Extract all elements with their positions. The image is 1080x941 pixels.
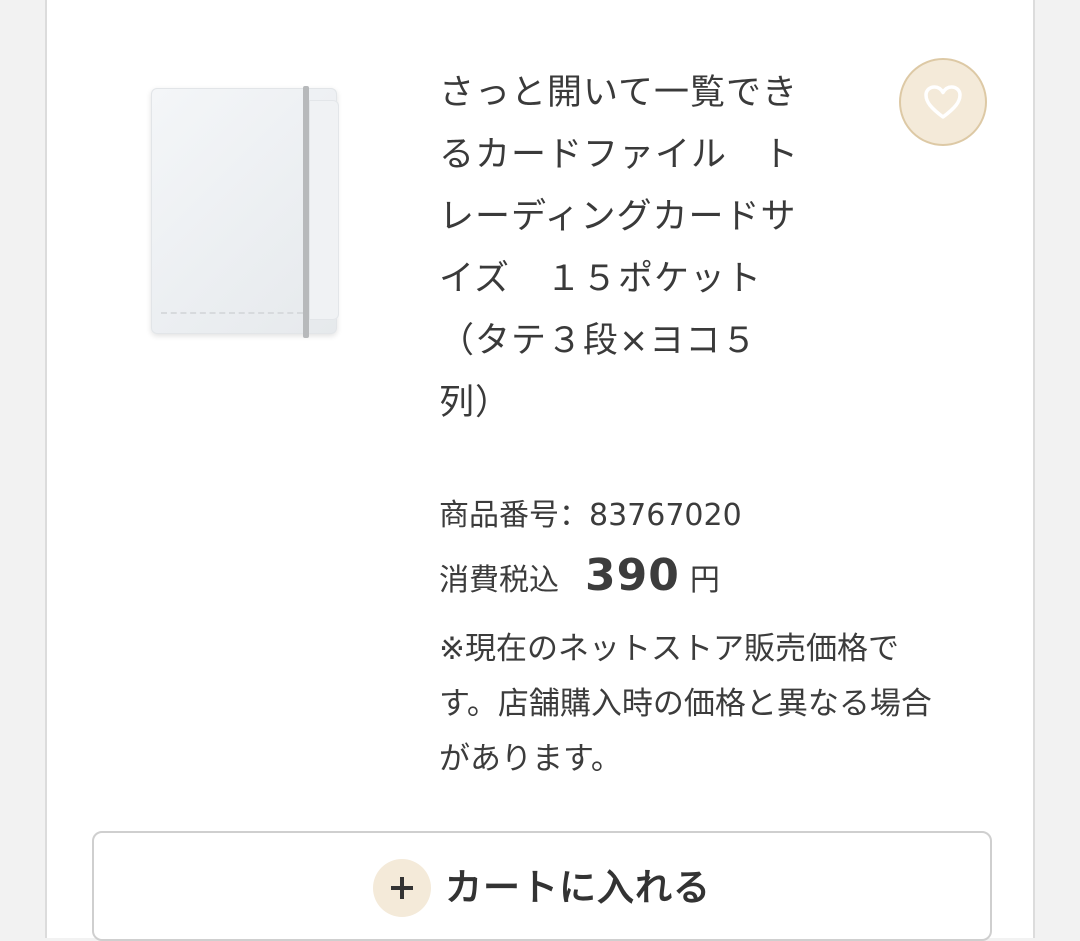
- price-note-line: ※現在のネットストア販売価格で: [439, 631, 899, 667]
- product-image[interactable]: [147, 82, 347, 344]
- card-file-flap: [309, 100, 339, 320]
- tax-label: 消費税込: [439, 563, 559, 598]
- heart-icon: [924, 85, 962, 119]
- product-title-line: 列）: [439, 383, 512, 423]
- add-to-cart-label: カートに入れる: [445, 866, 711, 909]
- product-title-line: イズ １５ポケット: [439, 259, 762, 299]
- add-to-cart-button[interactable]: カートに入れる: [92, 831, 992, 941]
- product-title-line: （タテ３段×ヨコ５: [439, 321, 758, 361]
- price-note: ※現在のネットストア販売価格で す。店舗購入時の価格と異なる場合 があります。: [439, 622, 999, 787]
- price-note-line: す。店舗購入時の価格と異なる場合: [439, 686, 932, 722]
- product-title-line: レーディングカードサ: [439, 197, 797, 237]
- product-card: さっと開いて一覧でき るカードファイル ト レーディングカードサ イズ １５ポケ…: [45, 0, 1035, 941]
- price-value: 390: [585, 550, 680, 601]
- plus-icon: [373, 859, 431, 917]
- currency-label: 円: [689, 563, 720, 598]
- favorite-button[interactable]: [899, 58, 987, 146]
- product-title-line: るカードファイル ト: [439, 135, 800, 175]
- product-title[interactable]: さっと開いて一覧でき るカードファイル ト レーディングカードサ イズ １５ポケ…: [439, 62, 849, 434]
- item-number: 商品番号：83767020: [439, 498, 742, 533]
- product-title-line: さっと開いて一覧でき: [439, 73, 798, 113]
- price-note-line: があります。: [439, 741, 622, 777]
- card-file-band: [303, 86, 309, 338]
- price-row: 消費税込 390 円: [439, 550, 720, 601]
